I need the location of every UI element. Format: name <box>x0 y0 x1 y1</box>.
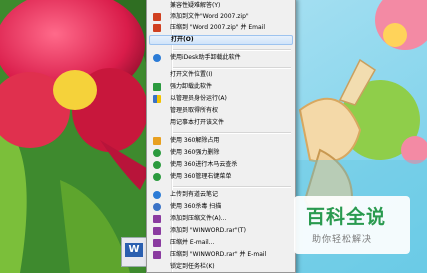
menu-item-360-force-delete[interactable]: 使用 360强力删除 <box>149 148 293 158</box>
menu-item-label: 使用iDesk助手卸载此软件 <box>170 54 241 61</box>
menu-separator <box>173 132 291 134</box>
menu-item-label: 使用 360管理右键菜单 <box>170 173 232 180</box>
menu-item-label: 压缩到 "Word 2007.zip" 并 Email <box>170 24 266 31</box>
menu-separator <box>173 67 291 69</box>
watermark-title: 百科全说 <box>306 206 387 228</box>
rar-email-icon <box>153 239 161 247</box>
menu-item-open-with-notepad[interactable]: 用记事本打开该文件 <box>149 118 293 128</box>
idesk-icon <box>153 54 161 62</box>
menu-item-label: 使用 360解除占用 <box>170 137 220 144</box>
menu-item-compress-and-email[interactable]: 压缩并 E-mail... <box>149 238 293 248</box>
menu-item-label: 用记事本打开该文件 <box>170 119 225 126</box>
menu-item-label: 压缩并 E-mail... <box>170 239 215 246</box>
menu-item-label: 打开(O) <box>171 36 194 43</box>
menu-item-label: 使用 360进行木马云查杀 <box>170 161 238 168</box>
unlock-icon <box>153 137 161 145</box>
menu-item-label: 压缩到 "WINWORD.rar" 并 E-mail <box>170 251 267 258</box>
menu-item-label: 管理员取得所有权 <box>170 107 219 114</box>
menu-item-add-to-archive[interactable]: 添加到压缩文件(A)... <box>149 214 293 224</box>
youdao-icon <box>153 191 161 199</box>
menu-item-compress-winword-and-email[interactable]: 压缩到 "WINWORD.rar" 并 E-mail <box>149 250 293 260</box>
menu-item-open-file-location[interactable]: 打开文件位置(I) <box>149 70 293 80</box>
delete-icon <box>153 149 161 157</box>
zip-icon <box>153 13 161 21</box>
watermark-subtitle: 助你轻松解决 <box>312 235 373 245</box>
menu-item-add-to-winword-rar[interactable]: 添加到 "WINWORD.rar"(T) <box>149 226 293 236</box>
menu-item-360-antivirus-scan[interactable]: 使用 360杀毒 扫描 <box>149 202 293 212</box>
zip-email-icon <box>153 24 161 32</box>
uninstall-icon <box>153 83 161 91</box>
menu-item-label: 添加到压缩文件(A)... <box>170 215 227 222</box>
word-logo-icon: W <box>125 243 143 257</box>
menu-item-360-trojan-scan[interactable]: 使用 360进行木马云查杀 <box>149 160 293 170</box>
menu-item-label: 添加到文件"Word 2007.zip" <box>170 13 249 20</box>
watermark-badge: 百科全说 助你轻松解决 <box>294 196 410 254</box>
menu-item-label: 锁定到任务栏(K) <box>170 263 215 270</box>
menu-item-add-to-zip[interactable]: 添加到文件"Word 2007.zip" <box>149 12 293 22</box>
menu-item-pin-to-taskbar[interactable]: 锁定到任务栏(K) <box>149 262 293 272</box>
menu-item-label: 打开文件位置(I) <box>170 71 213 78</box>
rar-icon <box>153 215 161 223</box>
menu-separator <box>173 49 291 51</box>
menu-item-idesk-uninstall[interactable]: 使用iDesk助手卸载此软件 <box>149 53 293 63</box>
menu-item-zip-and-email[interactable]: 压缩到 "Word 2007.zip" 并 Email <box>149 23 293 33</box>
compat-icon <box>153 2 161 10</box>
menu-item-label: 兼容性疑难解答(Y) <box>170 2 221 9</box>
menu-item-label: 使用 360杀毒 扫描 <box>170 203 222 210</box>
antivirus-icon <box>153 203 161 211</box>
menu-item-label: 添加到 "WINWORD.rar"(T) <box>170 227 246 234</box>
trojan-scan-icon <box>153 161 161 169</box>
menu-item-label: 使用 360强力删除 <box>170 149 220 156</box>
context-menu: 兼容性疑难解答(Y) 添加到文件"Word 2007.zip" 压缩到 "Wor… <box>146 0 296 273</box>
menu-item-label: 以管理员身份运行(A) <box>170 95 227 102</box>
word-file-icon[interactable]: W <box>121 237 147 267</box>
menu-item-open[interactable]: 打开(O) <box>149 35 293 45</box>
menu-item-360-manage-menu[interactable]: 使用 360管理右键菜单 <box>149 172 293 182</box>
shield-icon <box>153 95 161 103</box>
menu-item-label: 上传到有道云笔记 <box>170 191 219 198</box>
menu-item-force-uninstall[interactable]: 强力卸载此软件 <box>149 82 293 92</box>
menu-separator <box>173 186 291 188</box>
menu-item-run-as-admin[interactable]: 以管理员身份运行(A) <box>149 94 293 104</box>
rar-icon <box>153 227 161 235</box>
menu-item-360-unlock[interactable]: 使用 360解除占用 <box>149 136 293 146</box>
rar-email-icon <box>153 251 161 259</box>
menu-item-compat-troubleshoot[interactable]: 兼容性疑难解答(Y) <box>149 1 293 11</box>
menu-manage-icon <box>153 173 161 181</box>
menu-item-take-ownership[interactable]: 管理员取得所有权 <box>149 106 293 116</box>
menu-item-label: 强力卸载此软件 <box>170 83 213 90</box>
menu-item-youdao-upload[interactable]: 上传到有道云笔记 <box>149 190 293 200</box>
